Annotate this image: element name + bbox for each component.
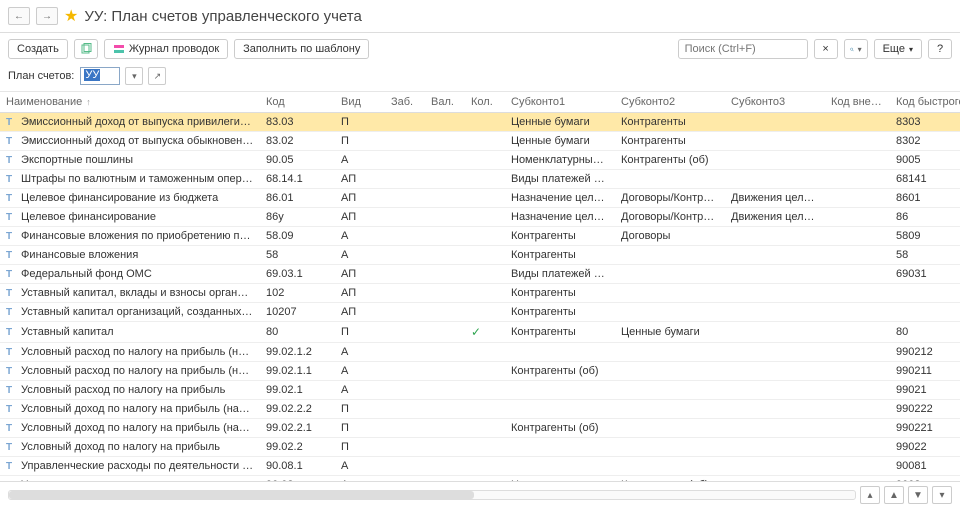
col-vid[interactable]: Вид (335, 92, 385, 113)
table-row[interactable]: T Эмиссионный доход от выпуска привилеги… (0, 113, 960, 132)
account-t-icon: T (6, 347, 18, 358)
account-t-icon: T (6, 231, 18, 242)
account-t-icon: T (6, 480, 18, 481)
table-row[interactable]: T Условный расход по налогу на прибыль (… (0, 343, 960, 362)
h-scrollbar[interactable] (8, 490, 856, 500)
accounts-grid[interactable]: Наименование↑ Код Вид Заб. Вал. Кол. Суб… (0, 91, 960, 481)
table-row[interactable]: T Целевое финансирование из бюджета86.01… (0, 189, 960, 208)
column-headers[interactable]: Наименование↑ Код Вид Заб. Вал. Кол. Суб… (0, 92, 960, 113)
col-sub1[interactable]: Субконто1 (505, 92, 615, 113)
account-t-icon: T (6, 366, 18, 377)
journal-icon (113, 43, 125, 55)
search-input[interactable] (678, 39, 808, 59)
col-fast[interactable]: Код быстрого выбора (890, 92, 960, 113)
sort-indicator-icon: ↑ (86, 97, 91, 107)
table-row[interactable]: T Уставный капитал80П✓КонтрагентыЦенные … (0, 322, 960, 343)
table-row[interactable]: T Эмиссионный доход от выпуска обыкновен… (0, 132, 960, 151)
account-t-icon: T (6, 423, 18, 434)
search-go-button[interactable]: ▾ (844, 39, 868, 59)
table-row[interactable]: T Штрафы по валютным и таможенным операц… (0, 170, 960, 189)
account-t-icon: T (6, 307, 18, 318)
scroll-bottom-button[interactable]: ▾ (932, 486, 952, 504)
table-row[interactable]: T Управленческие расходы по деятельности… (0, 457, 960, 476)
table-row[interactable]: T Уставный капитал организаций, созданны… (0, 303, 960, 322)
account-t-icon: T (6, 193, 18, 204)
help-button[interactable]: ? (928, 39, 952, 59)
fill-template-button[interactable]: Заполнить по шаблону (234, 39, 369, 59)
account-t-icon: T (6, 250, 18, 261)
col-name[interactable]: Наименование↑ (0, 92, 260, 113)
col-val[interactable]: Вал. (425, 92, 465, 113)
col-sub3[interactable]: Субконто3 (725, 92, 825, 113)
table-row[interactable]: T Целевое финансирование86уАПНазначение … (0, 208, 960, 227)
more-button[interactable]: Еще ▾ (874, 39, 922, 59)
account-t-icon: T (6, 117, 18, 128)
scroll-up-button[interactable]: ▲ (884, 486, 904, 504)
table-row[interactable]: T Условный доход по налогу на прибыль (н… (0, 400, 960, 419)
account-t-icon: T (6, 461, 18, 472)
account-t-icon: T (6, 442, 18, 453)
search-clear-button[interactable]: × (814, 39, 838, 59)
table-row[interactable]: T Условный доход по налогу на прибыль99.… (0, 438, 960, 457)
table-row[interactable]: T Уставный капитал, вклады и взносы орга… (0, 284, 960, 303)
account-t-icon: T (6, 404, 18, 415)
account-t-icon: T (6, 327, 18, 338)
scroll-top-button[interactable]: ▴ (860, 486, 880, 504)
table-row[interactable]: T Условный доход по налогу на прибыль (н… (0, 419, 960, 438)
search-icon (850, 44, 854, 55)
page-title: УУ: План счетов управленческого учета (84, 8, 361, 25)
table-row[interactable]: T Условный расход по налогу на прибыль99… (0, 381, 960, 400)
col-sub2[interactable]: Субконто2 (615, 92, 725, 113)
table-row[interactable]: T Финансовые вложения58АКонтрагенты5858 (0, 246, 960, 265)
journal-button[interactable]: Журнал проводок (104, 39, 228, 59)
col-zab[interactable]: Заб. (385, 92, 425, 113)
table-row[interactable]: T Управленческие расходы90.08АНоменклату… (0, 476, 960, 482)
check-icon: ✓ (471, 325, 481, 339)
account-t-icon: T (6, 385, 18, 396)
account-t-icon: T (6, 288, 18, 299)
plan-input[interactable]: УУ (80, 67, 120, 85)
create-button[interactable]: Создать (8, 39, 68, 59)
account-t-icon: T (6, 269, 18, 280)
plan-open-button[interactable]: ↗ (148, 67, 166, 85)
plan-label: План счетов: (8, 70, 74, 82)
account-t-icon: T (6, 136, 18, 147)
table-row[interactable]: T Экспортные пошлины90.05АНоменклатурные… (0, 151, 960, 170)
copy-button[interactable] (74, 39, 98, 59)
scroll-down-button[interactable]: ▼ (908, 486, 928, 504)
col-ext[interactable]: Код внешний (825, 92, 890, 113)
account-t-icon: T (6, 155, 18, 166)
account-t-icon: T (6, 174, 18, 185)
nav-back-button[interactable]: ← (8, 7, 30, 25)
table-row[interactable]: T Финансовые вложения по приобретению пр… (0, 227, 960, 246)
col-code[interactable]: Код (260, 92, 335, 113)
copy-icon (80, 43, 92, 55)
account-t-icon: T (6, 212, 18, 223)
col-kol[interactable]: Кол. (465, 92, 505, 113)
favorite-star-icon[interactable]: ★ (64, 6, 78, 26)
plan-dropdown-button[interactable]: ▾ (125, 67, 143, 85)
nav-fwd-button[interactable]: → (36, 7, 58, 25)
table-row[interactable]: T Федеральный фонд ОМС69.03.1АПВиды плат… (0, 265, 960, 284)
table-row[interactable]: T Условный расход по налогу на прибыль (… (0, 362, 960, 381)
